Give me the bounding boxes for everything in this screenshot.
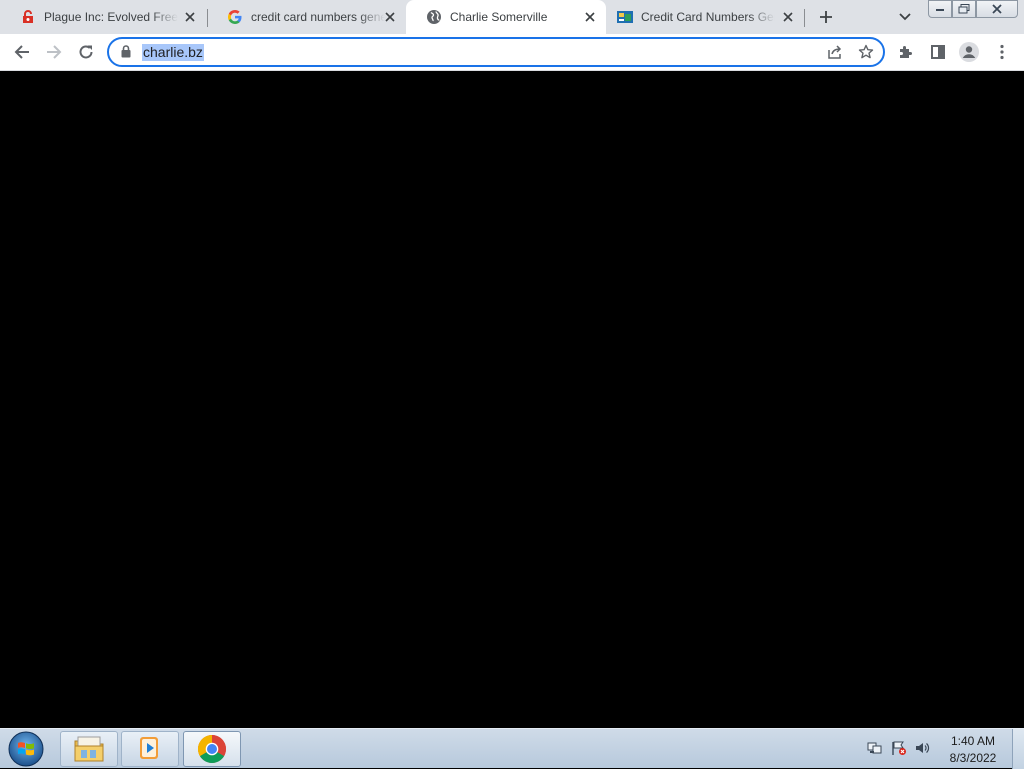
forward-arrow-icon	[47, 45, 62, 59]
back-arrow-icon	[14, 45, 29, 59]
page-content[interactable]	[0, 71, 1024, 728]
avatar-icon	[959, 42, 979, 62]
card-generator-icon	[617, 9, 633, 25]
tab-google-search[interactable]: credit card numbers generator	[207, 0, 406, 34]
back-button[interactable]	[8, 38, 36, 66]
plus-icon	[820, 11, 832, 23]
globe-icon	[426, 9, 442, 25]
volume-icon[interactable]	[913, 739, 931, 757]
folder-icon	[74, 736, 104, 762]
share-icon[interactable]	[827, 44, 843, 65]
media-player-icon	[140, 737, 158, 759]
system-clock[interactable]: 1:40 AM 8/3/2022	[940, 733, 1006, 767]
menu-button[interactable]	[988, 38, 1016, 66]
chevron-down-icon	[899, 13, 911, 21]
tab-separator	[804, 9, 805, 27]
extensions-button[interactable]	[892, 38, 920, 66]
network-icon[interactable]	[866, 739, 884, 757]
reload-icon	[79, 45, 93, 59]
chrome-icon	[198, 735, 226, 763]
tab-title: Charlie Somerville	[450, 10, 548, 24]
puzzle-piece-icon	[900, 46, 912, 58]
side-panel-button[interactable]	[924, 38, 952, 66]
forward-button[interactable]	[40, 38, 68, 66]
close-tab-icon[interactable]	[582, 9, 598, 25]
close-tab-icon[interactable]	[780, 9, 796, 25]
close-tab-icon[interactable]	[182, 9, 198, 25]
kebab-menu-icon	[1000, 44, 1004, 60]
browser-toolbar: charlie.bz	[0, 34, 1024, 90]
google-icon	[227, 9, 243, 25]
start-button[interactable]	[6, 730, 46, 768]
clock-date: 8/3/2022	[949, 751, 997, 765]
profile-button[interactable]	[955, 38, 983, 66]
tab-charlie-somerville[interactable]: Charlie Somerville	[406, 0, 606, 34]
taskbar-chrome[interactable]	[183, 731, 241, 767]
close-tab-icon[interactable]	[382, 9, 398, 25]
reload-button[interactable]	[72, 38, 100, 66]
address-text[interactable]: charlie.bz	[142, 44, 204, 61]
plague-inc-icon	[20, 9, 36, 25]
tab-plague-inc[interactable]: Plague Inc: Evolved Free Download	[0, 0, 206, 34]
taskbar-media-player[interactable]	[121, 731, 179, 767]
side-panel-icon	[931, 45, 945, 59]
tab-strip: Plague Inc: Evolved Free Download credit…	[0, 0, 1024, 34]
bookmark-star-icon[interactable]	[858, 44, 874, 65]
tab-title: credit card numbers generator	[251, 10, 385, 24]
tab-title: Plague Inc: Evolved Free Download	[44, 10, 178, 24]
restore-button[interactable]	[952, 0, 976, 18]
new-tab-button[interactable]	[814, 5, 838, 29]
show-desktop-button[interactable]	[1012, 729, 1024, 769]
tab-card-generator[interactable]: Credit Card Numbers Generator	[606, 0, 804, 34]
tab-search-button[interactable]	[894, 6, 916, 28]
clock-time: 1:40 AM	[950, 734, 996, 748]
minimize-button[interactable]	[928, 0, 952, 18]
close-window-button[interactable]	[976, 0, 1018, 18]
address-bar[interactable]: charlie.bz	[107, 37, 885, 67]
taskbar-file-explorer[interactable]	[60, 731, 118, 767]
tab-title: Credit Card Numbers Generator	[641, 10, 775, 24]
action-center-flag-icon[interactable]	[890, 739, 908, 757]
taskbar: 1:40 AM 8/3/2022	[0, 728, 1024, 769]
windows-logo-icon	[8, 731, 44, 767]
lock-icon[interactable]	[121, 45, 131, 63]
